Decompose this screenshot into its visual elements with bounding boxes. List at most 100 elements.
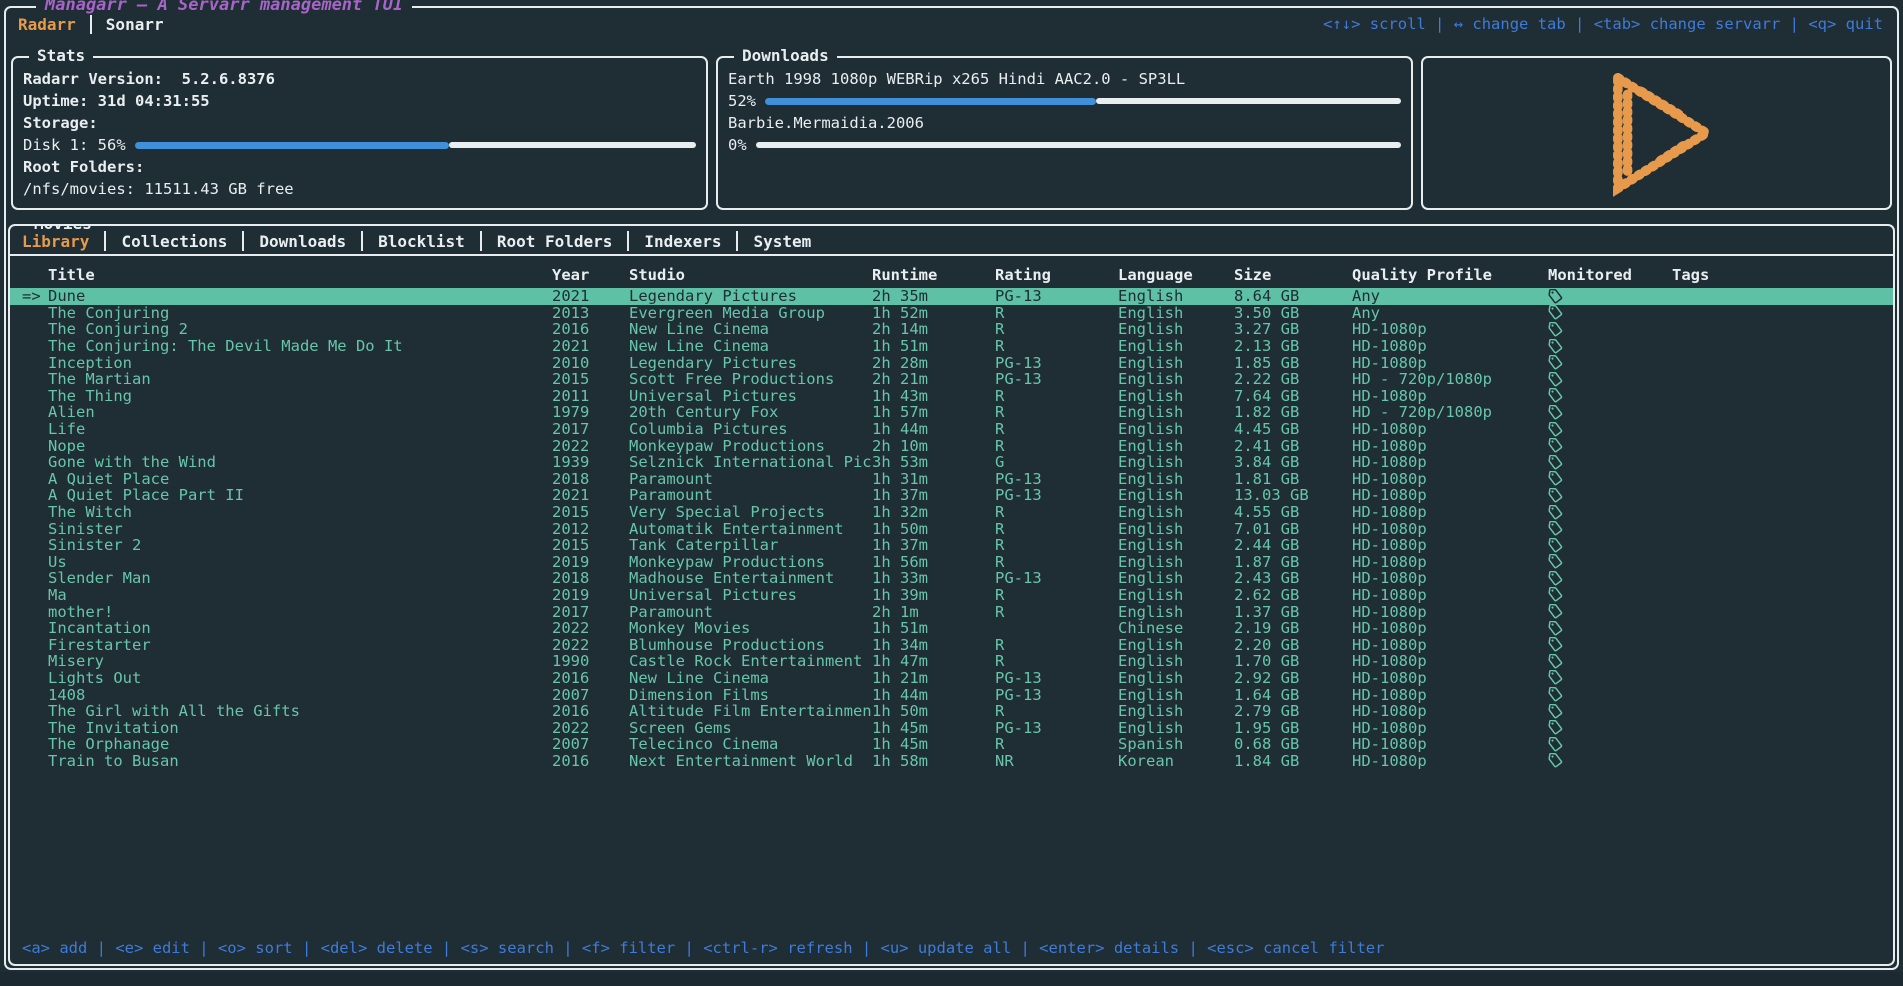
movies-tab-collections[interactable]: Collections [121,232,227,251]
cell-rating: R [995,304,1118,322]
table-row[interactable]: Inception2010Legendary Pictures2h 28mPG-… [10,354,1893,371]
table-row[interactable]: Ma2019Universal Pictures1h 39mREnglish2.… [10,587,1893,604]
cell-quality: HD-1080p [1352,553,1548,571]
cell-rating: R [995,652,1118,670]
table-row[interactable]: =>Dune2021Legendary Pictures2h 35mPG-13E… [10,288,1893,305]
cell-language: English [1118,536,1234,554]
servarr-tab-sonarr[interactable]: Sonarr [106,15,164,34]
cell-language: English [1118,370,1234,388]
servarr-tab-radarr[interactable]: Radarr [18,15,76,34]
tab-separator [480,231,482,251]
movies-tab-indexers[interactable]: Indexers [644,232,721,251]
cell-studio: Next Entertainment World [629,752,872,770]
table-row[interactable]: The Witch2015Very Special Projects1h 32m… [10,504,1893,521]
terminal-screen: Managarr — A Servarr management TUI Rada… [0,0,1903,986]
disk-usage-label: Disk 1: 56% [23,134,126,156]
cell-quality: HD-1080p [1352,536,1548,554]
table-row[interactable]: A Quiet Place2018Paramount1h 31mPG-13Eng… [10,471,1893,488]
cell-rating: R [995,586,1118,604]
cell-quality: HD - 720p/1080p [1352,403,1548,421]
cell-rating: R [995,503,1118,521]
table-row[interactable]: Slender Man2018Madhouse Entertainment1h … [10,570,1893,587]
cell-language: English [1118,437,1234,455]
cell-studio: Madhouse Entertainment [629,569,872,587]
cell-monitored [1548,571,1672,586]
cell-title: The Orphanage [48,735,552,753]
cell-runtime: 1h 33m [872,569,995,587]
cell-title: mother! [48,603,552,621]
cell-studio: Automatik Entertainment [629,520,872,538]
cell-quality: HD-1080p [1352,453,1548,471]
table-row[interactable]: mother!2017Paramount2h 1mREnglish1.37 GB… [10,603,1893,620]
cell-language: English [1118,553,1234,571]
table-row[interactable]: Train to Busan2016Next Entertainment Wor… [10,753,1893,770]
cell-quality: HD-1080p [1352,569,1548,587]
table-row[interactable]: Misery1990Castle Rock Entertainment1h 47… [10,653,1893,670]
cell-runtime: 1h 39m [872,586,995,604]
table-row[interactable]: Alien197920th Century Fox1h 57mREnglish1… [10,404,1893,421]
cell-studio: Dimension Films [629,686,872,704]
table-row[interactable]: 14082007Dimension Films1h 44mPG-13Englis… [10,686,1893,703]
uptime: Uptime: 31d 04:31:55 [23,90,696,112]
movies-tab-blocklist[interactable]: Blocklist [378,232,465,251]
movies-tab-system[interactable]: System [753,232,811,251]
cell-language: English [1118,603,1234,621]
download-progress-bar [765,97,1401,105]
cell-rating: G [995,453,1118,471]
cell-year: 2022 [552,719,629,737]
cell-year: 2016 [552,702,629,720]
table-row[interactable]: Sinister2012Automatik Entertainment1h 50… [10,520,1893,537]
table-row[interactable]: Sinister 22015Tank Caterpillar1h 37mREng… [10,537,1893,554]
table-row[interactable]: Gone with the Wind1939Selznick Internati… [10,454,1893,471]
cell-monitored [1548,654,1672,669]
movies-panel-title: Movies [26,224,100,233]
cell-size: 1.70 GB [1234,652,1352,670]
cell-year: 2013 [552,304,629,322]
table-row[interactable]: Incantation2022Monkey Movies1h 51mChines… [10,620,1893,637]
table-row[interactable]: The Thing2011Universal Pictures1h 43mREn… [10,388,1893,405]
table-row[interactable]: Firestarter2022Blumhouse Productions1h 3… [10,636,1893,653]
cell-year: 2022 [552,619,629,637]
table-row[interactable]: The Conjuring2013Evergreen Media Group1h… [10,305,1893,322]
tag-icon [1548,388,1564,403]
cell-studio: New Line Cinema [629,337,872,355]
cell-size: 2.44 GB [1234,536,1352,554]
cell-quality: HD-1080p [1352,652,1548,670]
downloads-panel: Downloads Earth 1998 1080p WEBRip x265 H… [716,56,1413,210]
table-row[interactable]: Lights Out2016New Line Cinema1h 21mPG-13… [10,670,1893,687]
table-row[interactable]: The Orphanage2007Telecinco Cinema1h 45mR… [10,736,1893,753]
movies-tab-downloads[interactable]: Downloads [259,232,346,251]
table-row[interactable]: Us2019Monkeypaw Productions1h 56mREnglis… [10,554,1893,571]
cell-monitored [1548,621,1672,636]
cell-quality: HD-1080p [1352,486,1548,504]
download-item-name: Barbie.Mermaidia.2006 [728,112,1401,134]
movies-tab-library[interactable]: Library [22,232,89,251]
cell-year: 2019 [552,586,629,604]
cell-rating: PG-13 [995,370,1118,388]
table-row[interactable]: The Girl with All the Gifts2016Altitude … [10,703,1893,720]
column-header-quality: Quality Profile [1352,266,1548,284]
cell-runtime: 1h 37m [872,486,995,504]
cell-runtime: 1h 47m [872,652,995,670]
cell-language: English [1118,702,1234,720]
tag-icon [1548,505,1564,520]
cell-language: Spanish [1118,735,1234,753]
table-row[interactable]: A Quiet Place Part II2021Paramount1h 37m… [10,487,1893,504]
table-row[interactable]: Nope2022Monkeypaw Productions2h 10mREngl… [10,437,1893,454]
table-row[interactable]: The Invitation2022Screen Gems1h 45mPG-13… [10,719,1893,736]
cell-rating: R [995,536,1118,554]
tag-icon [1548,720,1564,735]
tag-icon [1548,355,1564,370]
cell-runtime: 2h 10m [872,437,995,455]
cell-runtime: 1h 21m [872,669,995,687]
cell-language: English [1118,669,1234,687]
cell-rating: PG-13 [995,287,1118,305]
table-row[interactable]: The Conjuring: The Devil Made Me Do It20… [10,338,1893,355]
cell-rating: R [995,520,1118,538]
tag-icon [1548,654,1564,669]
table-row[interactable]: The Martian2015Scott Free Productions2h … [10,371,1893,388]
movies-tab-root-folders[interactable]: Root Folders [497,232,613,251]
cell-language: Chinese [1118,619,1234,637]
table-row[interactable]: Life2017Columbia Pictures1h 44mREnglish4… [10,421,1893,438]
table-row[interactable]: The Conjuring 22016New Line Cinema2h 14m… [10,321,1893,338]
